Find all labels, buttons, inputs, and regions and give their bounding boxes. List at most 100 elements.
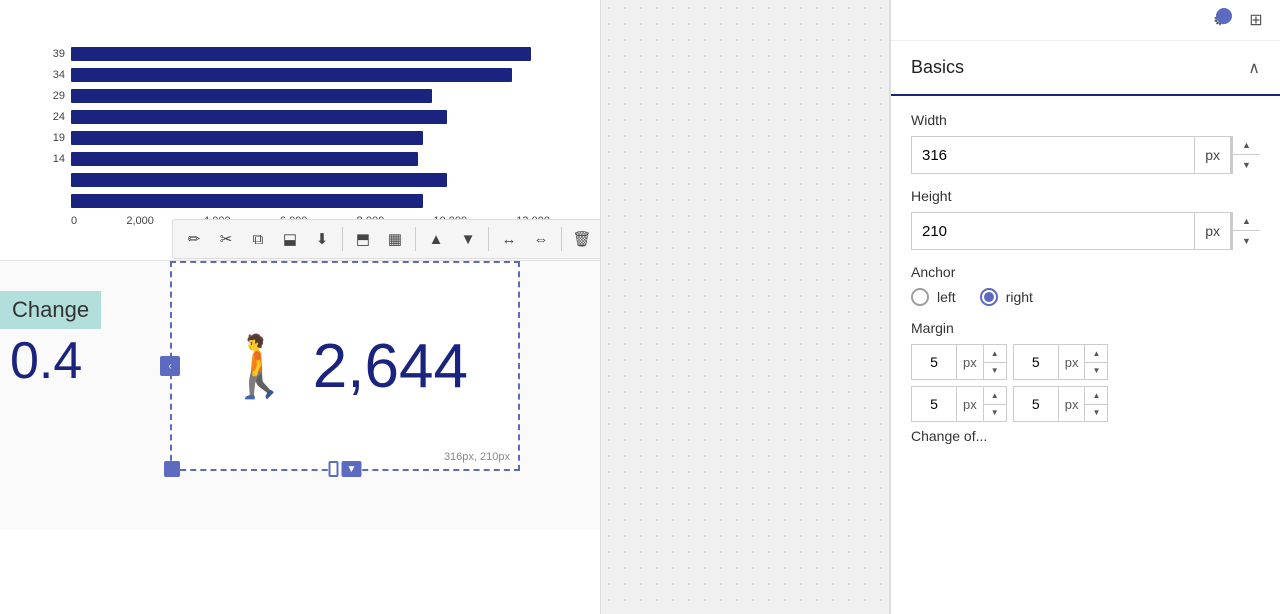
selected-widget[interactable]: ✏ ✂ ⧉ ⬓ ⬇ ⬒ ▦ ▲ ▼ ↔ ⇔ 🗑 ‹ 🚶 2,644 (170, 261, 520, 471)
basics-section-header: Basics ∧ (891, 41, 1280, 96)
expand-button[interactable]: ↔ (494, 224, 524, 254)
bar-label: 14 (40, 153, 65, 165)
margin-bottom-arrows: ▲ ▼ (983, 387, 1006, 421)
download-button[interactable]: ⬇ (307, 224, 337, 254)
anchor-radio-group: left right (911, 288, 1260, 306)
margin-right-unit: px (1058, 345, 1085, 379)
height-input[interactable] (911, 212, 1195, 250)
anchor-left-option[interactable]: left (911, 288, 956, 306)
width-up-arrow[interactable]: ▲ (1232, 136, 1260, 155)
separator-1 (342, 227, 343, 251)
margin-top-up[interactable]: ▲ (984, 345, 1006, 363)
bar-row: 34 (40, 66, 550, 84)
bar (71, 47, 531, 61)
margin-bottom-row: px ▲ ▼ px ▲ ▼ (911, 386, 1260, 422)
width-input-row: px ▲ ▼ (911, 136, 1260, 174)
margin-right-down[interactable]: ▼ (1085, 363, 1107, 380)
align-top-button[interactable]: ⬒ (348, 224, 378, 254)
width-unit-label: px (1195, 137, 1231, 173)
margin-right-input-group: px ▲ ▼ (1013, 344, 1109, 380)
height-unit-box: px (1195, 212, 1232, 250)
separator-3 (488, 227, 489, 251)
notification-badge (1216, 8, 1232, 24)
x-label-0: 0 (71, 215, 77, 227)
bar (71, 89, 432, 103)
align-center-button[interactable]: ▦ (380, 224, 410, 254)
delete-button[interactable]: 🗑 (567, 224, 597, 254)
change-label: Change of... (911, 428, 1260, 444)
height-down-arrow[interactable]: ▼ (1232, 231, 1260, 250)
anchor-right-option[interactable]: right (980, 288, 1033, 306)
anchor-left-label: left (937, 289, 956, 305)
height-label: Height (911, 188, 1260, 204)
widget-value: 2,644 (313, 331, 468, 402)
margin-left-up[interactable]: ▲ (1085, 387, 1107, 405)
collapse-button[interactable]: ⇔ (526, 224, 556, 254)
radio-dot (984, 292, 994, 302)
height-up-arrow[interactable]: ▲ (1232, 212, 1260, 231)
paste-button[interactable]: ⬓ (275, 224, 305, 254)
margin-left-down[interactable]: ▼ (1085, 405, 1107, 422)
anchor-left-radio[interactable] (911, 288, 929, 306)
resize-handle-bottom-center[interactable]: ▼ (329, 461, 362, 477)
toolbar: ✏ ✂ ⧉ ⬓ ⬇ ⬒ ▦ ▲ ▼ ↔ ⇔ 🗑 (172, 219, 600, 259)
x-label-2000: 2,000 (126, 215, 154, 227)
widget-size-label: 316px, 210px (444, 451, 510, 463)
bar-row: 24 (40, 108, 550, 126)
margin-right-up[interactable]: ▲ (1085, 345, 1107, 363)
margin-bottom-unit: px (956, 387, 983, 421)
margin-top-arrows: ▲ ▼ (983, 345, 1006, 379)
panel-header-icons: ⚙ ⊞ (891, 0, 1280, 41)
margin-left-arrows: ▲ ▼ (1084, 387, 1107, 421)
width-unit-box: px (1195, 136, 1232, 174)
edit-button[interactable]: ✏ (179, 224, 209, 254)
margin-right-arrows: ▲ ▼ (1084, 345, 1107, 379)
move-up-button[interactable]: ▲ (421, 224, 451, 254)
bar-label: 34 (40, 69, 65, 81)
width-input[interactable] (911, 136, 1195, 174)
height-unit-label: px (1195, 213, 1231, 249)
margin-left-input[interactable] (1014, 387, 1058, 421)
widget-person-icon: 🚶 (222, 331, 297, 402)
resize-handle-left[interactable]: ‹ (160, 356, 180, 376)
margin-right-input[interactable] (1014, 345, 1058, 379)
bar-label: 29 (40, 90, 65, 102)
resize-dot (329, 461, 339, 477)
anchor-right-radio[interactable] (980, 288, 998, 306)
margin-top-input-group: px ▲ ▼ (911, 344, 1007, 380)
separator-4 (561, 227, 562, 251)
collapse-icon[interactable]: ∧ (1248, 58, 1260, 78)
change-label: Change (0, 291, 101, 329)
bar-row (40, 192, 550, 210)
cut-button[interactable]: ✂ (211, 224, 241, 254)
margin-left-unit: px (1058, 387, 1085, 421)
margin-top-unit: px (956, 345, 983, 379)
resize-handle-bottom-left[interactable] (164, 461, 180, 477)
margin-top-down[interactable]: ▼ (984, 363, 1006, 380)
bar (71, 131, 423, 145)
margin-top-input[interactable] (912, 345, 956, 379)
move-down-button[interactable]: ▼ (453, 224, 483, 254)
margin-bottom-input[interactable] (912, 387, 956, 421)
bar (71, 110, 447, 124)
section-content: Width px ▲ ▼ Height px ▲ ▼ Anchor (891, 96, 1280, 468)
margin-top-row: px ▲ ▼ px ▲ ▼ (911, 344, 1260, 380)
anchor-label: Anchor (911, 264, 1260, 280)
middle-panel (600, 0, 890, 614)
bar (71, 173, 447, 187)
chart-panel: 393429241914 0 2,000 4,000 6,000 8,000 1… (0, 0, 600, 614)
bar-row (40, 171, 550, 189)
width-down-arrow[interactable]: ▼ (1232, 155, 1260, 174)
chart-bars: 39 34 29 24 19 14 (40, 10, 550, 210)
export-icon[interactable]: ⊞ (1242, 6, 1270, 34)
margin-bottom-up[interactable]: ▲ (984, 387, 1006, 405)
anchor-right-label: right (1006, 289, 1033, 305)
bar-label: 19 (40, 132, 65, 144)
bar-row: 19 (40, 129, 550, 147)
margin-bottom-down[interactable]: ▼ (984, 405, 1006, 422)
bar (71, 194, 423, 208)
copy-button[interactable]: ⧉ (243, 224, 273, 254)
resize-arrow-down[interactable]: ▼ (342, 461, 362, 477)
height-input-row: px ▲ ▼ (911, 212, 1260, 250)
bar-label: 39 (40, 48, 65, 60)
